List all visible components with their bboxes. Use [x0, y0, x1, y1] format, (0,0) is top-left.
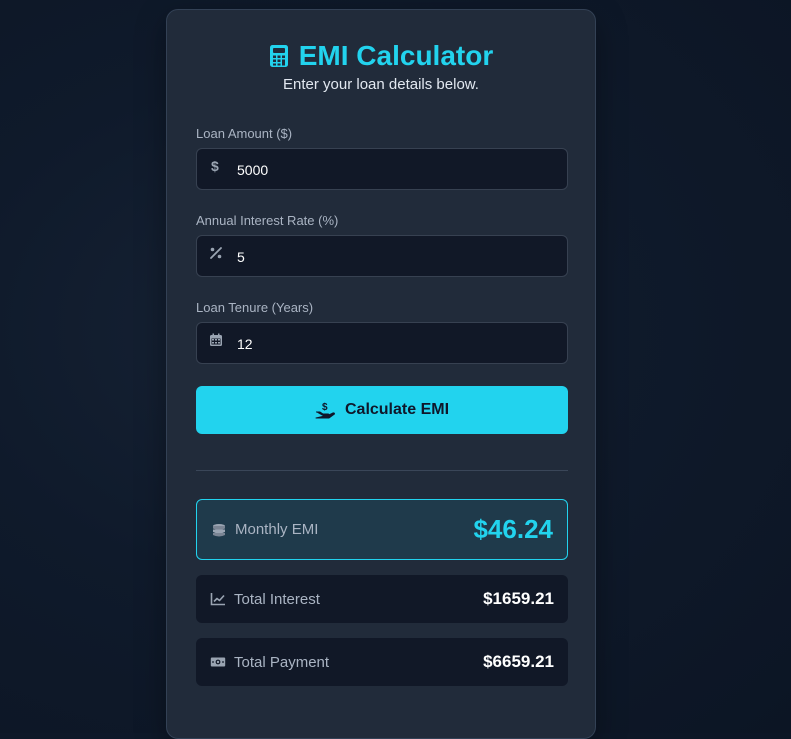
section-divider	[196, 470, 568, 471]
total-interest-label-group: Total Interest	[210, 591, 320, 608]
total-payment-result: Total Payment $6659.21	[196, 638, 568, 686]
monthly-emi-value: $46.24	[473, 514, 553, 544]
calculate-emi-label: Calculate EMI	[344, 401, 450, 418]
calculate-emi-button[interactable]: $ Calculate EMI	[196, 386, 568, 434]
dollar-icon: $	[211, 159, 219, 173]
interest-rate-input[interactable]: 5	[196, 235, 568, 277]
total-payment-label: Total Payment	[234, 653, 330, 671]
svg-text:$: $	[211, 159, 219, 173]
calculator-header: EMI Calculator Enter your loan details b…	[167, 38, 595, 93]
interest-rate-value: 5	[237, 249, 245, 265]
total-interest-value: $1659.21	[483, 589, 554, 608]
coins-icon	[213, 523, 225, 536]
tenure-value: 12	[237, 336, 253, 352]
total-interest-label: Total Interest	[234, 590, 320, 608]
total-payment-value: $6659.21	[483, 652, 554, 671]
total-interest-result: Total Interest $1659.21	[196, 575, 568, 623]
title-text: EMI Calculator	[298, 40, 494, 71]
svg-text:$: $	[322, 402, 328, 413]
page-title: EMI Calculator	[269, 38, 493, 74]
tenure-input[interactable]: 12	[196, 322, 568, 364]
money-bill-icon	[210, 657, 226, 667]
percent-icon	[210, 247, 222, 259]
monthly-emi-label-group: Monthly EMI	[211, 521, 318, 538]
monthly-emi-label: Monthly EMI	[235, 521, 319, 538]
calendar-icon	[210, 333, 222, 346]
loan-amount-label: Loan Amount ($)	[196, 126, 293, 141]
emi-calculator-card: EMI Calculator Enter your loan details b…	[166, 9, 596, 739]
hand-dollar-icon: $	[315, 402, 335, 419]
calculator-icon	[269, 45, 288, 67]
tenure-label: Loan Tenure (Years)	[196, 300, 314, 315]
page-subtitle: Enter your loan details below.	[283, 76, 479, 93]
line-chart-icon	[210, 593, 225, 606]
interest-rate-label: Annual Interest Rate (%)	[196, 213, 339, 228]
total-payment-label-group: Total Payment	[210, 654, 329, 671]
loan-amount-input[interactable]: $ 5000	[196, 148, 568, 190]
monthly-emi-result: Monthly EMI $46.24	[196, 499, 568, 560]
loan-amount-value: 5000	[237, 162, 269, 178]
